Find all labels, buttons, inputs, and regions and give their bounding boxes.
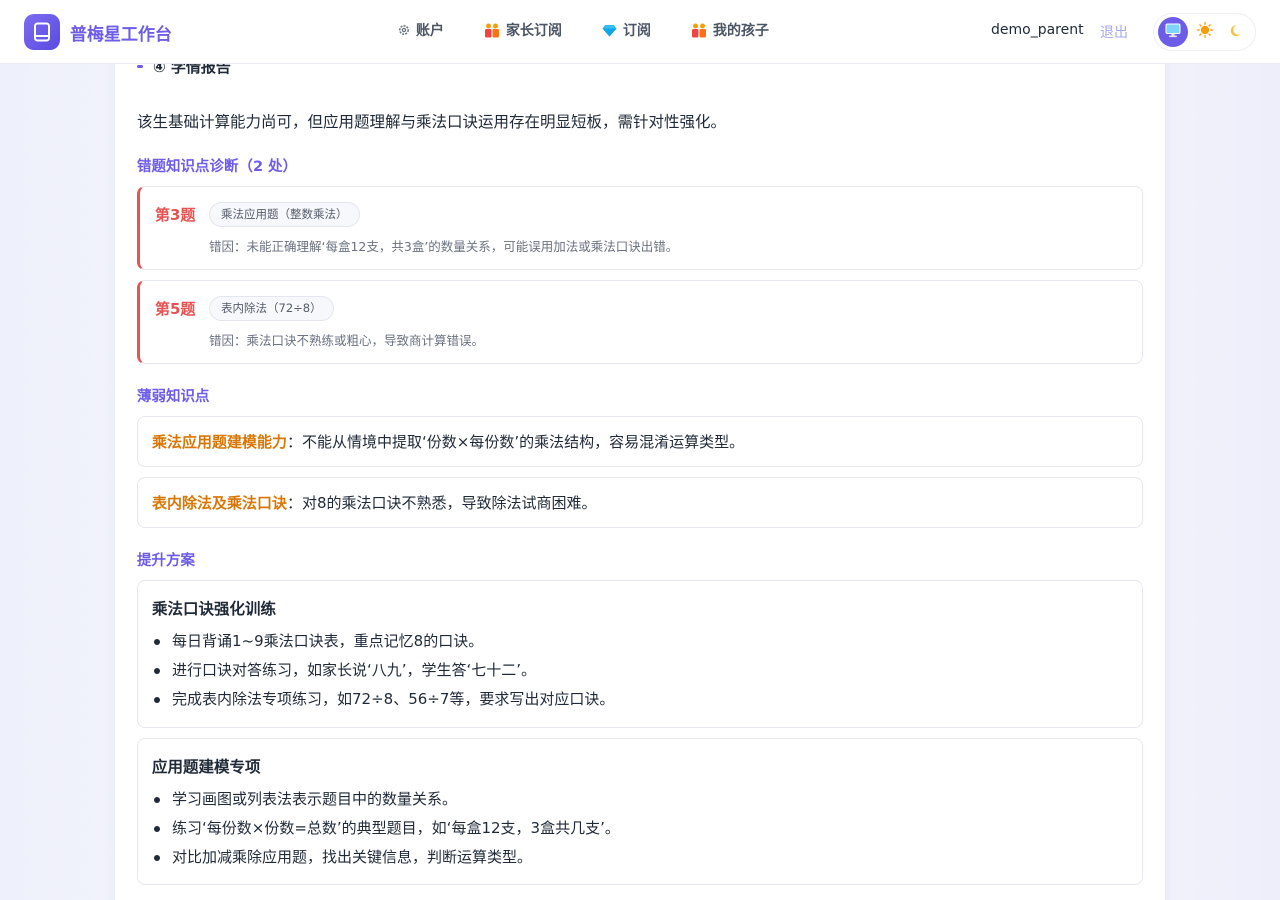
nav-account-label: 账户 xyxy=(416,23,444,39)
error-reason: 错因：乘法口诀不熟练或粗心，导致商计算错误。 xyxy=(209,333,485,348)
nav-my-children[interactable]: 我的孩子 xyxy=(691,20,769,40)
monitor-icon xyxy=(1165,23,1181,42)
nav-account[interactable]: 账户 xyxy=(398,20,444,40)
error-reason: 错因：未能正确理解‘每盒12支，共3盒’的数量关系，可能误用加法或乘法口诀出错。 xyxy=(209,239,679,254)
nav-my-children-label: 我的孩子 xyxy=(713,23,769,39)
theme-system-button[interactable] xyxy=(1158,17,1188,47)
weak-point-desc: ：对8的乘法口诀不熟悉，导致除法试商困难。 xyxy=(287,494,597,512)
weak-point-item: 乘法应用题建模能力 ：不能从情境中提取‘份数×每份数’的乘法结构，容易混淆运算类… xyxy=(137,416,1143,467)
knowledge-tag: 乘法应用题（整数乘法） xyxy=(209,202,360,227)
plan-card: 乘法口诀强化训练 每日背诵1~9乘法口诀表，重点记忆8的口诀。 进行口诀对答练习… xyxy=(137,580,1143,728)
weak-point-item: 表内除法及乘法口诀 ：对8的乘法口诀不熟悉，导致除法试商困难。 xyxy=(137,477,1143,528)
plan-list-item: 练习‘每份数×份数=总数’的典型题目，如‘每盒12支，3盒共几支’。 xyxy=(152,814,1128,843)
book-icon xyxy=(24,14,60,50)
report-summary: 该生基础计算能力尚可，但应用题理解与乘法口诀运用存在明显短板，需针对性强化。 xyxy=(137,113,727,131)
username: demo_parent xyxy=(991,22,1084,38)
error-item: 第5题 表内除法（72÷8） 错因：乘法口诀不熟练或粗心，导致商计算错误。 xyxy=(137,280,1143,364)
error-question-number: 第3题 xyxy=(155,206,196,224)
plan-card: 应用题建模专项 学习画图或列表法表示题目中的数量关系。 练习‘每份数×份数=总数… xyxy=(137,738,1143,885)
nav-subscription-label: 订阅 xyxy=(623,23,651,39)
plan-list-item: 对比加减乘除应用题，找出关键信息，判断运算类型。 xyxy=(152,843,1128,872)
plan-list: 学习画图或列表法表示题目中的数量关系。 练习‘每份数×份数=总数’的典型题目，如… xyxy=(152,785,1128,872)
plan-list-item: 进行口诀对答练习，如家长说‘八九’，学生答‘七十二’。 xyxy=(152,656,1128,685)
title-accent-bar xyxy=(137,65,143,68)
moon-icon xyxy=(1230,23,1244,42)
error-question-number: 第5题 xyxy=(155,300,196,318)
logout-button[interactable]: 退出 xyxy=(1100,22,1128,42)
weak-point-desc: ：不能从情境中提取‘份数×每份数’的乘法结构，容易混淆运算类型。 xyxy=(287,433,745,451)
report-card: ④ 学情报告 该生基础计算能力尚可，但应用题理解与乘法口诀运用存在明显短板，需针… xyxy=(115,40,1165,900)
weak-point-name: 乘法应用题建模能力 xyxy=(152,433,288,451)
plan-list: 每日背诵1~9乘法口诀表，重点记忆8的口诀。 进行口诀对答练习，如家长说‘八九’… xyxy=(152,627,1128,714)
plan-list-item: 学习画图或列表法表示题目中的数量关系。 xyxy=(152,785,1128,814)
plan-title: 应用题建模专项 xyxy=(152,758,261,776)
diamond-icon xyxy=(602,24,617,37)
gear-icon xyxy=(398,24,410,36)
plan-list-item: 每日背诵1~9乘法口诀表，重点记忆8的口诀。 xyxy=(152,627,1128,656)
sun-icon xyxy=(1197,22,1213,42)
plan-list-item: 完成表内除法专项练习，如72÷8、56÷7等，要求写出对应口诀。 xyxy=(152,685,1128,714)
plan-heading: 提升方案 xyxy=(137,553,195,569)
theme-switcher xyxy=(1153,13,1256,51)
family-icon xyxy=(691,23,707,38)
theme-light-button[interactable] xyxy=(1190,17,1220,47)
top-bar: 普梅星工作台 账户 家长订阅 订阅 我的孩子 demo_parent 退出 xyxy=(0,0,1280,64)
weak-point-name: 表内除法及乘法口诀 xyxy=(152,494,288,512)
plan-title: 乘法口诀强化训练 xyxy=(152,600,277,618)
nav-parent-subscription[interactable]: 家长订阅 xyxy=(484,20,562,40)
theme-dark-button[interactable] xyxy=(1222,17,1252,47)
weak-points-heading: 薄弱知识点 xyxy=(137,389,210,405)
brand-title: 普梅星工作台 xyxy=(70,24,172,45)
knowledge-tag: 表内除法（72÷8） xyxy=(209,296,334,321)
nav-parent-subscription-label: 家长订阅 xyxy=(506,23,562,39)
errors-heading: 错题知识点诊断（2 处） xyxy=(137,159,298,175)
main-nav: 账户 家长订阅 订阅 我的孩子 xyxy=(398,20,809,40)
family-icon xyxy=(484,23,500,38)
brand[interactable]: 普梅星工作台 xyxy=(24,14,172,50)
nav-subscription[interactable]: 订阅 xyxy=(602,20,651,40)
error-item: 第3题 乘法应用题（整数乘法） 错因：未能正确理解‘每盒12支，共3盒’的数量关… xyxy=(137,186,1143,270)
